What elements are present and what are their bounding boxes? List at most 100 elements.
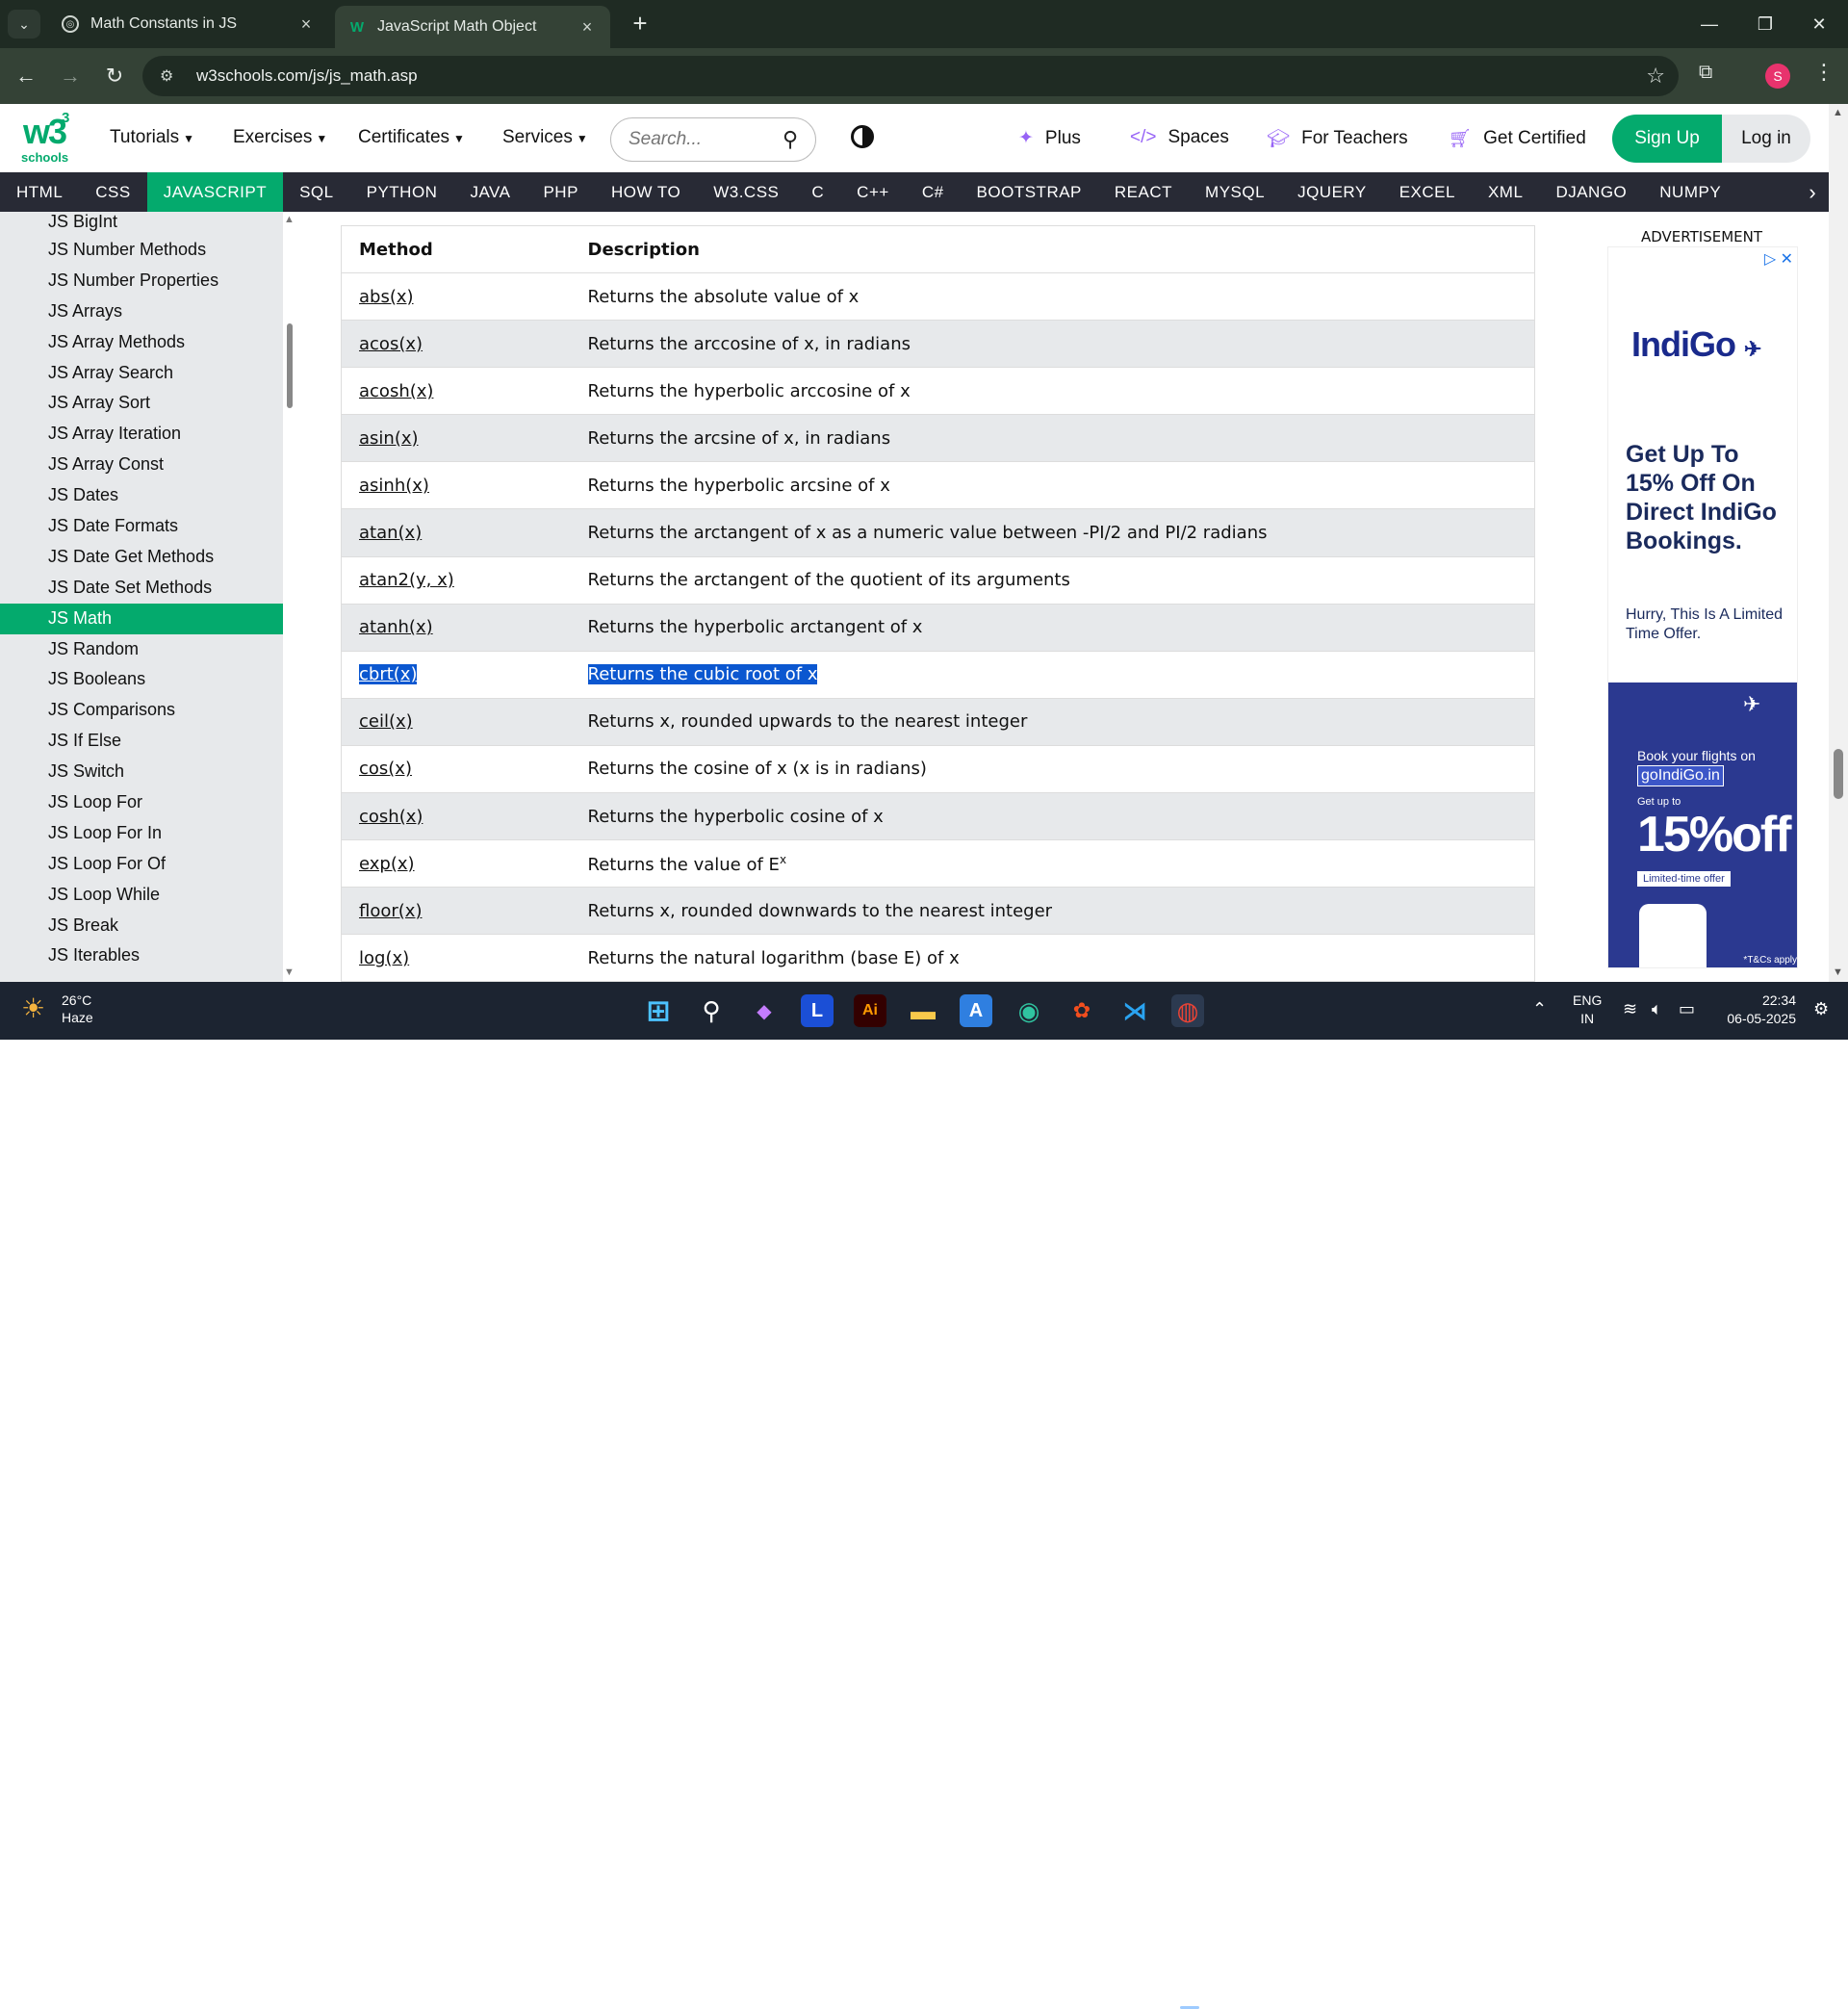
indigo-advertisement[interactable]: ▷ ✕ IndiGo ✈ Get Up To 15% Off On Direct… (1607, 246, 1798, 968)
sidebar-scrollbar[interactable]: ▲ ▼ (283, 212, 296, 982)
sidebar-item-js-date-set-methods[interactable]: JS Date Set Methods (0, 573, 283, 604)
sidebar-item-js-array-sort[interactable]: JS Array Sort (0, 388, 283, 419)
windows-start-icon[interactable]: ⊞ (642, 994, 675, 1027)
nav-django[interactable]: DJANGO (1539, 172, 1643, 212)
method-link[interactable]: ceil(x) (359, 711, 413, 732)
nav-excel[interactable]: EXCEL (1383, 172, 1472, 212)
link-get-certified[interactable]: 🛒︎ Get Certified (1449, 127, 1586, 150)
search-input[interactable] (629, 129, 773, 150)
method-link[interactable]: acosh(x) (359, 381, 433, 401)
scrollbar-thumb[interactable] (287, 323, 293, 408)
extensions-icon[interactable]: ⧉ (1699, 62, 1712, 84)
menu-services[interactable]: Services ▼ (502, 127, 588, 148)
close-icon[interactable]: × (578, 17, 597, 38)
sidebar-item-js-date-formats[interactable]: JS Date Formats (0, 511, 283, 542)
sidebar-item-js-if-else[interactable]: JS If Else (0, 726, 283, 757)
l-app-icon[interactable]: L (801, 994, 834, 1027)
sidebar-item-js-booleans[interactable]: JS Booleans (0, 664, 283, 695)
sidebar-item-js-arrays[interactable]: JS Arrays (0, 296, 283, 327)
nav-jquery[interactable]: JQUERY (1281, 172, 1383, 212)
nav-react[interactable]: REACT (1098, 172, 1189, 212)
site-search[interactable]: ⚲ (610, 117, 816, 162)
nav-c[interactable]: C++ (840, 172, 906, 212)
app-icon[interactable]: A (960, 994, 992, 1027)
method-link[interactable]: cbrt(x) (359, 664, 418, 685)
weather-widget[interactable]: ☀ 26°C Haze (21, 992, 93, 1026)
illustrator-icon[interactable]: Ai (854, 994, 886, 1027)
method-link[interactable]: abs(x) (359, 287, 414, 307)
sidebar-item-js-array-search[interactable]: JS Array Search (0, 358, 283, 389)
nav-c[interactable]: C# (906, 172, 961, 212)
sidebar-item-js-random[interactable]: JS Random (0, 634, 283, 665)
nav-numpy[interactable]: NUMPY (1643, 172, 1737, 212)
method-link[interactable]: asinh(x) (359, 476, 429, 496)
wifi-icon[interactable]: ≋ (1623, 999, 1637, 1019)
tab-math-constants[interactable]: ◎ Math Constants in JS × (48, 6, 329, 42)
method-link[interactable]: atanh(x) (359, 617, 433, 637)
nav-javascript[interactable]: JAVASCRIPT (146, 172, 284, 212)
method-link[interactable]: floor(x) (359, 901, 422, 921)
sidebar-item-js-bigint[interactable]: JS BigInt (0, 212, 283, 235)
sidebar-item-js-comparisons[interactable]: JS Comparisons (0, 695, 283, 726)
address-bar[interactable]: ⚙ w3schools.com/js/js_math.asp ☆ (142, 56, 1679, 96)
sign-up-button[interactable]: Sign Up (1612, 115, 1722, 163)
page-scrollbar[interactable]: ▲ ▼ (1829, 104, 1848, 982)
scroll-up-icon[interactable]: ▲ (284, 214, 295, 225)
scrollbar-thumb[interactable] (1834, 749, 1843, 799)
link-plus[interactable]: ✦ Plus (1018, 127, 1081, 149)
nav-java[interactable]: JAVA (453, 172, 526, 212)
search-icon[interactable]: ⚲ (695, 994, 728, 1027)
close-icon[interactable]: × (296, 14, 316, 35)
sidebar-item-js-switch[interactable]: JS Switch (0, 757, 283, 787)
copilot-icon[interactable]: ◆ (748, 994, 781, 1027)
method-link[interactable]: asin(x) (359, 428, 419, 449)
close-window-button[interactable]: ✕ (1792, 0, 1846, 48)
chevron-right-icon[interactable]: › (1796, 172, 1829, 212)
nav-xml[interactable]: XML (1472, 172, 1539, 212)
notifications-icon[interactable]: ⚙ (1813, 999, 1829, 1019)
menu-tutorials[interactable]: Tutorials ▼ (110, 127, 194, 148)
back-button[interactable]: ← (12, 62, 40, 90)
nav-mysql[interactable]: MYSQL (1189, 172, 1281, 212)
sidebar-item-js-number-methods[interactable]: JS Number Methods (0, 235, 283, 266)
method-link[interactable]: exp(x) (359, 854, 415, 874)
new-tab-button[interactable]: + (626, 10, 654, 39)
nav-w3-css[interactable]: W3.CSS (697, 172, 795, 212)
tab-search-button[interactable]: ⌄ (8, 10, 40, 39)
figma-icon[interactable]: ✿ (1065, 994, 1098, 1027)
link-for-teachers[interactable]: 🎓︎ For Teachers (1267, 127, 1408, 150)
edge-icon[interactable]: ◉ (1013, 994, 1045, 1027)
sidebar-item-js-math[interactable]: JS Math (0, 603, 283, 634)
battery-icon[interactable]: ▭ (1679, 999, 1695, 1019)
method-link[interactable]: log(x) (359, 948, 409, 968)
site-info-icon[interactable]: ⚙ (160, 66, 189, 86)
nav-python[interactable]: PYTHON (350, 172, 454, 212)
file-explorer-icon[interactable]: ▬ (907, 994, 939, 1027)
sidebar-item-js-array-methods[interactable]: JS Array Methods (0, 327, 283, 358)
sidebar-item-js-break[interactable]: JS Break (0, 911, 283, 941)
nav-html[interactable]: HTML (0, 172, 79, 212)
sidebar-item-js-array-const[interactable]: JS Array Const (0, 450, 283, 480)
method-link[interactable]: acos(x) (359, 334, 423, 354)
w3schools-logo[interactable]: w3 3 schools (19, 110, 75, 166)
chrome-icon[interactable]: ◍ (1171, 994, 1204, 1027)
profile-avatar[interactable]: S (1765, 64, 1790, 89)
nav-how-to[interactable]: HOW TO (595, 172, 697, 212)
method-link[interactable]: cosh(x) (359, 807, 423, 827)
scroll-down-icon[interactable]: ▼ (284, 966, 295, 978)
show-hidden-icons-icon[interactable]: ⌃ (1532, 999, 1547, 1019)
sidebar-item-js-loop-for[interactable]: JS Loop For (0, 787, 283, 818)
menu-exercises[interactable]: Exercises ▼ (233, 127, 327, 148)
browser-menu-icon[interactable]: ⋮ (1813, 60, 1835, 85)
menu-certificates[interactable]: Certificates ▼ (358, 127, 465, 148)
sidebar-item-js-loop-while[interactable]: JS Loop While (0, 880, 283, 911)
language-indicator[interactable]: ENG IN (1573, 992, 1602, 1028)
search-icon[interactable]: ⚲ (783, 127, 798, 152)
scroll-down-icon[interactable]: ▼ (1833, 966, 1843, 978)
forward-button[interactable]: → (56, 62, 85, 90)
tab-javascript-math-object[interactable]: W JavaScript Math Object × (335, 6, 610, 48)
bookmark-star-icon[interactable]: ☆ (1646, 64, 1665, 89)
restore-button[interactable]: ❐ (1738, 0, 1792, 48)
dark-mode-toggle-icon[interactable] (851, 125, 874, 148)
nav-sql[interactable]: SQL (283, 172, 350, 212)
